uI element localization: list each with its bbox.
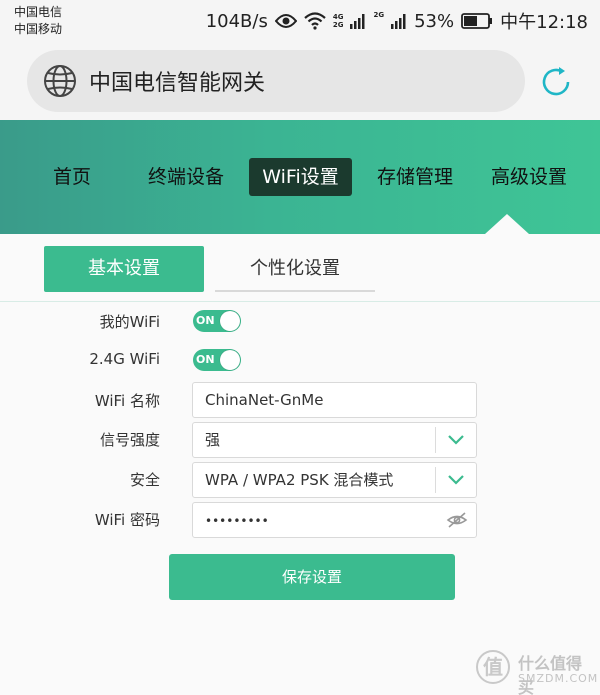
url-field[interactable]: 中国电信智能网关 — [27, 50, 525, 112]
globe-icon — [44, 65, 76, 97]
carrier-1: 中国电信 — [14, 5, 63, 19]
select-divider — [435, 467, 436, 493]
wifi-password-value: ••••••••• — [205, 514, 269, 528]
network-type-1: 4G 2G — [333, 13, 344, 29]
watermark-domain: SMZDM.COM — [518, 672, 599, 685]
tab-basic-settings[interactable]: 基本设置 — [44, 246, 204, 292]
signal-strength-label: 信号强度 — [99, 431, 160, 449]
watermark: 值 什么值得买 SMZDM.COM — [472, 648, 599, 695]
clock: 中午12:18 — [500, 12, 588, 33]
toggle-knob — [220, 311, 240, 331]
wifi-password-label: WiFi 密码 — [94, 511, 160, 529]
reload-icon[interactable] — [538, 64, 574, 100]
battery-percent: 53% — [414, 10, 455, 32]
wifi-icon — [304, 12, 326, 30]
nav-item-advanced[interactable]: 高级设置 — [481, 158, 577, 196]
wifi-24g-label: 2.4G WiFi — [89, 350, 160, 368]
nav-caret — [485, 214, 529, 234]
security-select[interactable]: WPA / WPA2 PSK 混合模式 — [192, 462, 477, 498]
my-wifi-label: 我的WiFi — [99, 313, 160, 331]
net-tag-4g: 4G — [332, 13, 344, 21]
signal-icon-2 — [391, 14, 406, 29]
net-tag-2g: 2G — [332, 21, 344, 29]
wifi-name-input[interactable]: ChinaNet-GnMe — [192, 382, 477, 418]
nav-item-storage[interactable]: 存储管理 — [367, 158, 463, 196]
security-label: 安全 — [129, 471, 160, 489]
eye-icon — [274, 14, 297, 28]
signal-strength-select[interactable]: 强 — [192, 422, 477, 458]
chevron-down-icon — [448, 435, 464, 445]
save-settings-button[interactable]: 保存设置 — [169, 554, 455, 600]
tab-custom-settings[interactable]: 个性化设置 — [215, 246, 375, 292]
sub-tabs: 基本设置 个性化设置 — [0, 234, 600, 302]
carrier-2: 中国移动 — [14, 22, 63, 36]
toggle-on-text: ON — [196, 353, 215, 366]
status-bar: 中国电信 中国移动 104B/s 4G 2G 2G 53% 中午12:18 — [0, 0, 600, 44]
main-nav: 首页 终端设备 WiFi设置 存储管理 高级设置 — [0, 120, 600, 234]
battery-icon — [461, 13, 493, 29]
watermark-badge: 值 — [476, 650, 510, 684]
page-title: 中国电信智能网关 — [89, 71, 266, 96]
status-icons: 104B/s 4G 2G 2G 53% 中午12:18 — [205, 9, 588, 34]
signal-icon — [350, 14, 365, 29]
wifi-24g-toggle[interactable]: ON — [193, 349, 241, 371]
select-divider — [435, 427, 436, 453]
eye-off-icon[interactable] — [446, 511, 468, 529]
security-value: WPA / WPA2 PSK 混合模式 — [205, 471, 394, 489]
net-tag-2g-second: 2G — [373, 11, 385, 19]
wifi-name-value: ChinaNet-GnMe — [205, 391, 324, 409]
network-speed: 104B/s — [205, 10, 268, 32]
toggle-knob — [220, 350, 240, 370]
my-wifi-toggle[interactable]: ON — [193, 310, 241, 332]
toggle-on-text: ON — [196, 314, 215, 327]
nav-item-devices[interactable]: 终端设备 — [138, 158, 234, 196]
nav-item-home[interactable]: 首页 — [36, 158, 108, 196]
chevron-down-icon — [448, 475, 464, 485]
signal-strength-value: 强 — [205, 431, 221, 449]
wifi-name-label: WiFi 名称 — [94, 392, 160, 410]
nav-item-wifi-settings[interactable]: WiFi设置 — [249, 158, 352, 196]
address-bar: 中国电信智能网关 — [0, 44, 600, 120]
wifi-password-input[interactable]: ••••••••• — [192, 502, 477, 538]
